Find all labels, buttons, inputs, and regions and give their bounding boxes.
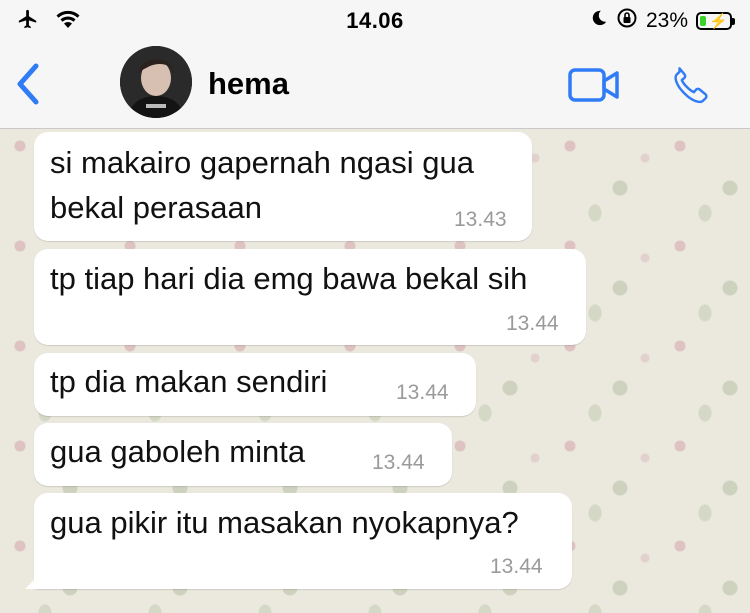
message-text: gua pikir itu masakan nyokapnya? [50, 505, 519, 540]
orientation-lock-icon [616, 7, 638, 35]
message-bubble[interactable]: si makairo gapernah ngasi gua bekal pera… [34, 132, 532, 241]
message-time: 13.44 [372, 451, 425, 474]
message-text: tp dia makan sendiri [50, 364, 328, 399]
message-time: 13.44 [490, 555, 543, 578]
message-bubble[interactable]: tp tiap hari dia emg bawa bekal sih 13.4… [34, 249, 586, 345]
contact-avatar[interactable] [120, 46, 192, 118]
message-time: 13.43 [454, 208, 507, 231]
battery-percent: 23% [645, 9, 688, 32]
phone-call-icon[interactable] [668, 64, 710, 111]
message-text: tp tiap hari dia emg bawa bekal sih [50, 261, 528, 296]
bubble-tail [25, 575, 39, 589]
status-bar: 14.06 23% ⚡ [0, 0, 750, 40]
chat-header: hema [0, 40, 750, 129]
message-text: si makairo gapernah ngasi gua bekal pera… [50, 145, 474, 225]
battery-icon: ⚡ [696, 12, 735, 30]
charging-bolt-icon: ⚡ [709, 13, 728, 30]
message-text: gua gaboleh minta [50, 434, 306, 469]
message-bubble[interactable]: tp dia makan sendiri 13.44 [34, 353, 476, 416]
battery-level [700, 16, 706, 26]
message-bubble[interactable]: gua pikir itu masakan nyokapnya? 13.44 [25, 493, 572, 589]
moon-icon [590, 8, 608, 34]
message-bubble[interactable]: gua gaboleh minta 13.44 [34, 423, 452, 486]
message-time: 13.44 [396, 381, 449, 404]
contact-name[interactable]: hema [208, 66, 289, 102]
video-call-icon[interactable] [568, 68, 620, 107]
back-icon[interactable] [14, 62, 42, 111]
message-time: 13.44 [506, 312, 559, 335]
